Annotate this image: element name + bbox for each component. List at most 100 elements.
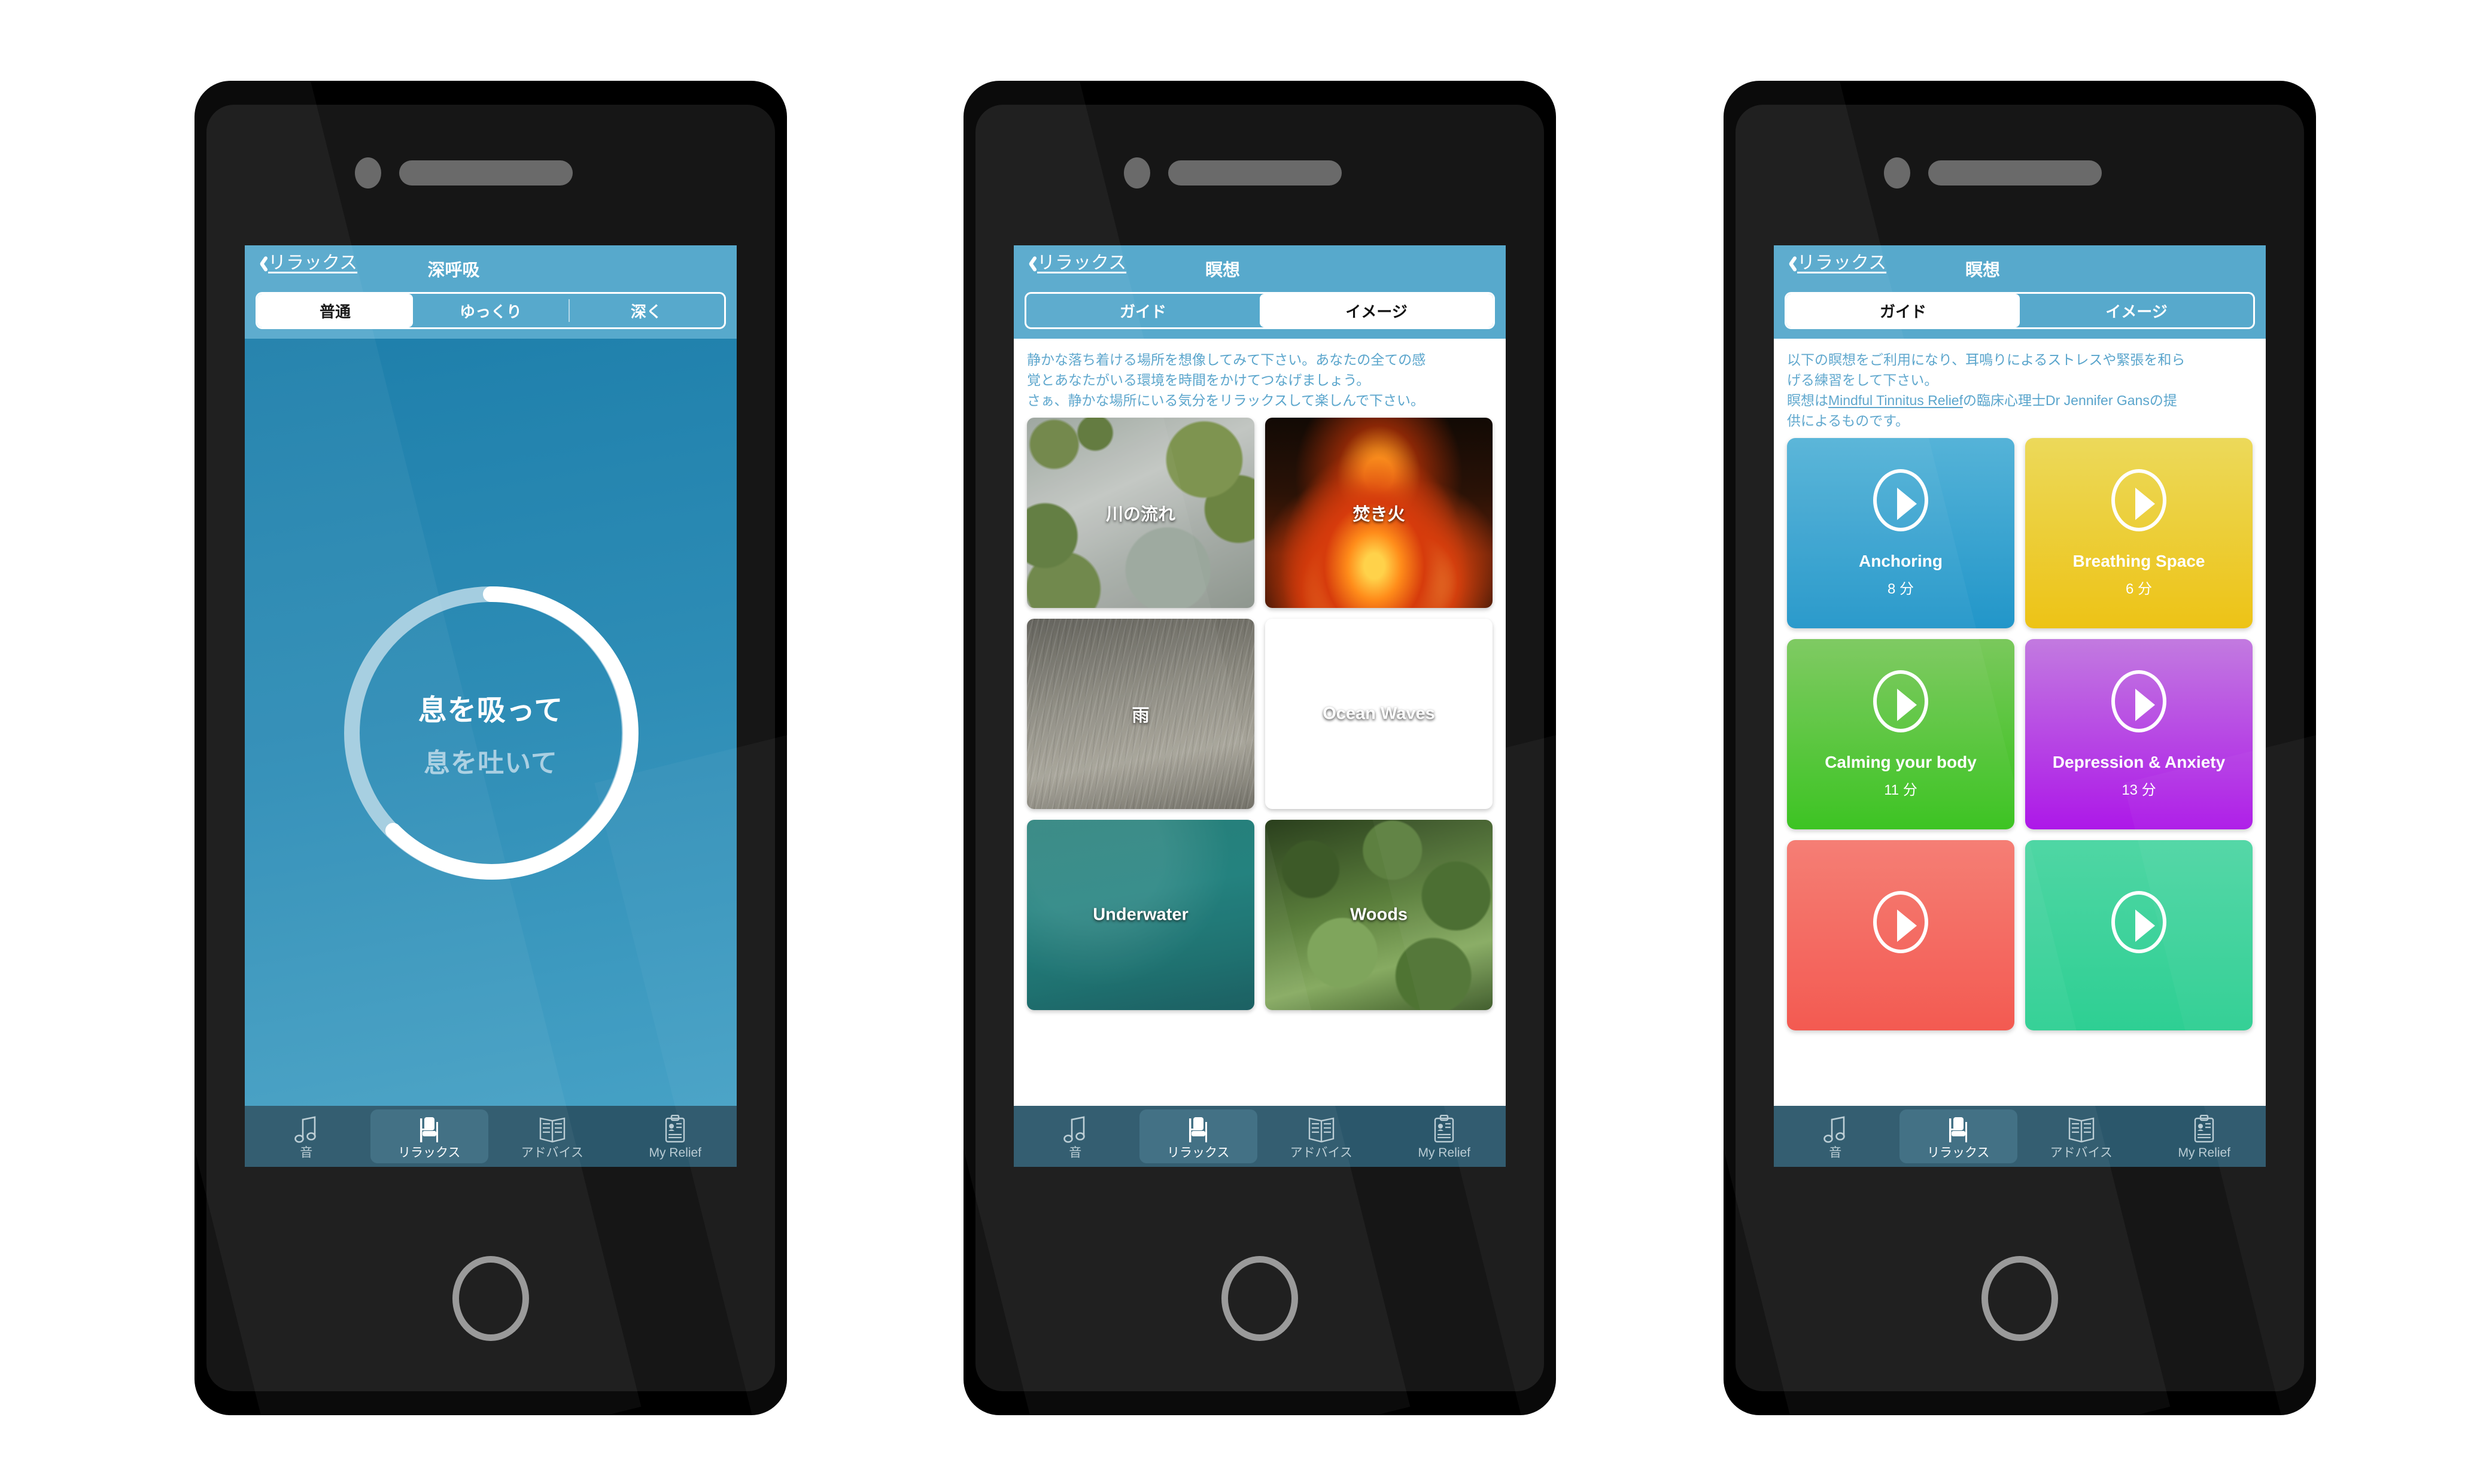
meditation-card-anchoring[interactable]: Anchoring 8 分 [1787, 438, 2014, 628]
tab-my-relief[interactable]: My Relief [1385, 1109, 1504, 1163]
phone-mockup-2: リラックス 瞑想 ガイド イメージ 静かな落ち着ける場所を想像してみて下さい。あ… [964, 81, 1556, 1415]
card-duration: 6 分 [2125, 580, 2152, 597]
phone-mockup-3: リラックス 瞑想 ガイド イメージ 以下の瞑想をご利用になり、耳鳴りによるストレ… [1724, 81, 2316, 1415]
segment-normal[interactable]: 普通 [257, 294, 413, 327]
tab-advice[interactable]: アドバイス [493, 1109, 612, 1163]
nav-bar: リラックス 瞑想 ガイド イメージ [1014, 245, 1506, 339]
page-title: 深呼吸 [427, 261, 480, 280]
guided-content: 以下の瞑想をご利用になり、耳鳴りによるストレスや緊張を和ら げる練習をして下さい… [1774, 339, 2266, 1127]
intro-line-1: 以下の瞑想をご利用になり、耳鳴りによるストレスや緊張を和ら [1787, 352, 2186, 367]
music-note-icon [294, 1112, 318, 1144]
breathing-mode-segmented-control[interactable]: 普通 ゆっくり 深く [256, 292, 726, 329]
phone-screen-1: リラックス 深呼吸 普通 ゆっくり 深く 息を吸って 息を吐いて 音 リラックス… [245, 245, 737, 1167]
tab-advice[interactable]: アドバイス [2022, 1109, 2141, 1163]
tab-my-relief[interactable]: My Relief [616, 1109, 735, 1163]
meditation-mode-segmented-control[interactable]: ガイド イメージ [1785, 292, 2255, 329]
chair-icon [416, 1112, 442, 1144]
home-button[interactable] [452, 1256, 529, 1341]
tab-label: アドバイス [1290, 1146, 1353, 1160]
phone-mockup-1: リラックス 深呼吸 普通 ゆっくり 深く 息を吸って 息を吐いて 音 リラックス… [194, 81, 787, 1415]
tab-label: リラックス [1167, 1146, 1230, 1160]
bottom-tab-bar[interactable]: 音 リラックス アドバイス My Relief [1774, 1106, 2266, 1167]
tab-label: 音 [1069, 1146, 1082, 1160]
segment-deep[interactable]: 深く [569, 294, 724, 327]
clipboard-icon [2192, 1112, 2216, 1144]
card-duration: 13 分 [2122, 781, 2156, 798]
meditation-card-6[interactable] [2025, 840, 2253, 1030]
book-icon [538, 1112, 567, 1144]
meditation-card-depression-anxiety[interactable]: Depression & Anxiety 13 分 [2025, 639, 2253, 829]
nav-bar: リラックス 瞑想 ガイド イメージ [1774, 245, 2266, 339]
play-circle-icon [1873, 469, 1928, 531]
tile-label: Woods [1350, 905, 1408, 925]
imagery-tile-grid: 川の流れ 焚き火 雨 Ocean Waves Underwater Woods [1014, 415, 1506, 1010]
intro-line-4: 供によるものです。 [1787, 413, 1910, 428]
tab-label: My Relief [649, 1146, 702, 1160]
page-title: 瞑想 [1205, 261, 1240, 280]
tile-underwater[interactable]: Underwater [1027, 820, 1254, 1010]
play-circle-icon [2111, 469, 2166, 531]
intro-line-3: さぁ、静かな場所にいる気分をリラックスして楽しんで下さい。 [1027, 393, 1425, 408]
play-circle-icon [1873, 891, 1928, 953]
tab-relax[interactable]: リラックス [1139, 1109, 1257, 1163]
page-title: 瞑想 [1965, 261, 2000, 280]
card-title: Depression & Anxiety [2052, 752, 2226, 771]
tab-advice[interactable]: アドバイス [1262, 1109, 1381, 1163]
tab-sound[interactable]: 音 [1016, 1109, 1135, 1163]
meditation-mode-segmented-control[interactable]: ガイド イメージ [1025, 292, 1495, 329]
exhale-label: 息を吐いて [424, 749, 558, 778]
play-circle-icon [2111, 891, 2166, 953]
intro-line-2: 覚とあなたがいる環境を時間をかけてつなげましょう。 [1027, 372, 1370, 388]
intro-line-3: 瞑想はMindful Tinnitus Reliefの臨床心理士Dr Jenni… [1787, 390, 2253, 410]
segment-guide[interactable]: ガイド [1786, 294, 2020, 327]
segment-image[interactable]: イメージ [1260, 294, 1493, 327]
mindful-tinnitus-relief-link[interactable]: Mindful Tinnitus Relief [1828, 393, 1963, 408]
tile-river[interactable]: 川の流れ [1027, 418, 1254, 608]
intro-line-1: 静かな落ち着ける場所を想像してみて下さい。あなたの全ての感 [1027, 352, 1426, 367]
front-camera-icon [1124, 157, 1150, 188]
home-button[interactable] [1221, 1256, 1298, 1341]
card-duration: 8 分 [1887, 580, 1914, 597]
tile-woods[interactable]: Woods [1265, 820, 1493, 1010]
front-camera-icon [1884, 157, 1910, 188]
segment-slow[interactable]: ゆっくり [413, 294, 569, 327]
bottom-tab-bar[interactable]: 音 リラックス アドバイス My Relief [245, 1106, 737, 1167]
chair-icon [1185, 1112, 1211, 1144]
tab-label: My Relief [1418, 1146, 1471, 1160]
intro-line-3-suffix: の臨床心理士Dr Jennifer Gansの提 [1963, 393, 2177, 408]
breathing-instructions: 息を吸って 息を吐いて [245, 686, 737, 780]
earpiece-speaker [1168, 160, 1342, 186]
meditation-card-calming-your-body[interactable]: Calming your body 11 分 [1787, 639, 2014, 829]
tab-my-relief[interactable]: My Relief [2145, 1109, 2264, 1163]
book-icon [1307, 1112, 1336, 1144]
meditation-card-breathing-space[interactable]: Breathing Space 6 分 [2025, 438, 2253, 628]
tile-rain[interactable]: 雨 [1027, 619, 1254, 809]
tile-campfire[interactable]: 焚き火 [1265, 418, 1493, 608]
card-title: Anchoring [1859, 551, 1943, 570]
tab-sound[interactable]: 音 [247, 1109, 366, 1163]
clipboard-icon [1432, 1112, 1456, 1144]
meditation-card-5[interactable] [1787, 840, 2014, 1030]
tab-sound[interactable]: 音 [1776, 1109, 1895, 1163]
tab-relax[interactable]: リラックス [370, 1109, 488, 1163]
tab-label: 音 [300, 1146, 313, 1160]
nav-bar: リラックス 深呼吸 普通 ゆっくり 深く [245, 245, 737, 339]
card-duration: 11 分 [1884, 781, 1917, 798]
screenshot-canvas: リラックス 深呼吸 普通 ゆっくり 深く 息を吸って 息を吐いて 音 リラックス… [0, 0, 2474, 1484]
home-button[interactable] [1981, 1256, 2058, 1341]
segment-guide[interactable]: ガイド [1026, 294, 1260, 327]
chair-icon [1945, 1112, 1971, 1144]
tab-relax[interactable]: リラックス [1899, 1109, 2017, 1163]
card-title: Calming your body [1825, 752, 1977, 771]
tile-label: 雨 [1132, 706, 1150, 725]
tile-ocean-waves[interactable]: Ocean Waves [1265, 619, 1493, 809]
segment-image[interactable]: イメージ [2020, 294, 2253, 327]
tile-label: 川の流れ [1105, 505, 1175, 524]
breathing-exercise-area[interactable]: 息を吸って 息を吐いて [245, 339, 737, 1127]
play-circle-icon [2111, 670, 2166, 732]
imagery-content: 静かな落ち着ける場所を想像してみて下さい。あなたの全ての感 覚とあなたがいる環境… [1014, 339, 1506, 1127]
card-title: Breathing Space [2072, 551, 2205, 570]
bottom-tab-bar[interactable]: 音 リラックス アドバイス My Relief [1014, 1106, 1506, 1167]
intro-text: 静かな落ち着ける場所を想像してみて下さい。あなたの全ての感 覚とあなたがいる環境… [1014, 339, 1506, 415]
intro-text: 以下の瞑想をご利用になり、耳鳴りによるストレスや緊張を和ら げる練習をして下さい… [1774, 339, 2266, 436]
